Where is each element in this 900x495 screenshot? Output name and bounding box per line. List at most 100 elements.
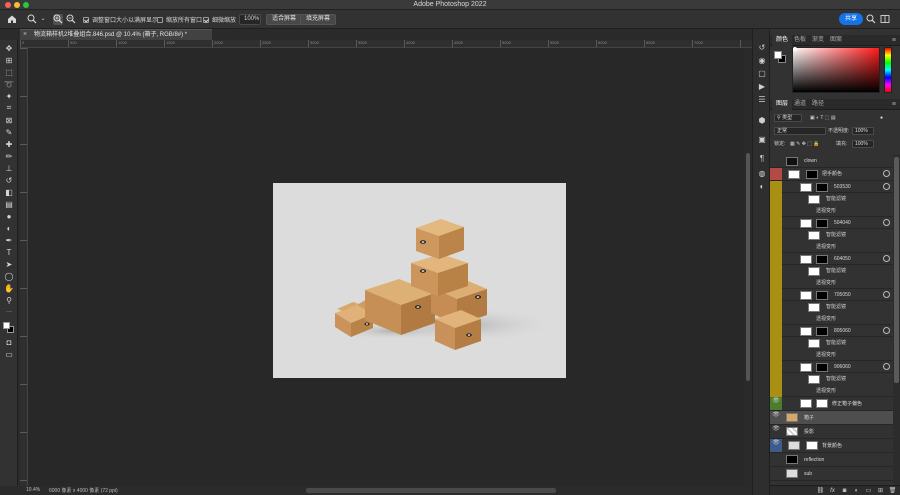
- move-tool-icon[interactable]: ✥: [3, 43, 15, 53]
- visibility-toggle[interactable]: [770, 155, 782, 167]
- filter-toggle-icon[interactable]: ●: [880, 114, 883, 123]
- filter-row[interactable]: 透视变形: [770, 313, 893, 325]
- visibility-toggle[interactable]: 👁: [770, 397, 782, 410]
- eraser-icon[interactable]: ◧: [3, 187, 15, 197]
- vertical-scrollbar[interactable]: [744, 48, 752, 486]
- hue-slider[interactable]: [884, 47, 892, 93]
- fill-field[interactable]: 100%: [852, 140, 874, 148]
- workspace-icon[interactable]: [880, 14, 890, 25]
- history-brush-icon[interactable]: ↺: [3, 175, 15, 185]
- fit-screen-button[interactable]: 适合屏幕: [266, 14, 303, 25]
- layer-row[interactable]: 503530: [770, 181, 893, 217]
- layer-row[interactable]: 805060: [770, 325, 893, 361]
- eyedropper-icon[interactable]: ✎: [3, 127, 15, 137]
- scrubby-zoom-checkbox[interactable]: 细微缩放: [203, 14, 236, 25]
- filter-row[interactable]: 透视变形: [770, 349, 893, 361]
- checkbox-unchecked[interactable]: [157, 16, 163, 23]
- layer-row[interactable]: reflection: [770, 453, 893, 467]
- document-tab[interactable]: × 物流箱样机2堆叠组合.846.psd @ 10.4% (箱子, RGB/8#…: [20, 29, 212, 40]
- brush-tool-icon[interactable]: ✏: [3, 151, 15, 161]
- channels-icon[interactable]: ◐: [756, 182, 768, 192]
- paragraph-icon[interactable]: ¶: [756, 154, 768, 164]
- filter-row[interactable]: 透视变形: [770, 205, 893, 217]
- layer-row[interactable]: 把手颜色: [770, 168, 893, 181]
- visibility-toggle[interactable]: [770, 467, 782, 480]
- frame-tool-icon[interactable]: ⊠: [3, 115, 15, 125]
- add-mask-icon[interactable]: ◙: [840, 487, 849, 495]
- smart-filter-row[interactable]: 智能滤镜: [770, 301, 893, 313]
- foreground-color-swatch[interactable]: [774, 51, 782, 59]
- tab-channels[interactable]: 通道: [790, 99, 810, 110]
- layer-row[interactable]: 705050: [770, 289, 893, 325]
- zoom-tool-icon[interactable]: [27, 14, 37, 25]
- tab-patterns[interactable]: 图案: [826, 35, 846, 46]
- layer-row[interactable]: 906060: [770, 361, 893, 397]
- zoom-all-windows-checkbox[interactable]: 缩放所有窗口: [157, 14, 202, 25]
- libraries-icon[interactable]: ⬢: [756, 116, 768, 126]
- filter-row[interactable]: 透视变形: [770, 241, 893, 253]
- pen-tool-icon[interactable]: ✒: [3, 235, 15, 245]
- checkbox-checked[interactable]: [203, 16, 209, 23]
- close-icon[interactable]: ×: [23, 30, 27, 40]
- more-tools-icon[interactable]: ···: [3, 307, 15, 317]
- smart-filter-row[interactable]: 智能滤镜: [770, 373, 893, 385]
- layer-row[interactable]: 👁 修正箱子偏色: [770, 397, 893, 411]
- magic-wand-icon[interactable]: ✦: [3, 91, 15, 101]
- scroll-thumb[interactable]: [746, 153, 750, 381]
- zoom-tool-icon[interactable]: ⚲: [3, 295, 15, 305]
- layer-row[interactable]: clown: [770, 155, 893, 168]
- zoom-level[interactable]: 10.4%: [26, 487, 40, 493]
- filter-icons[interactable]: ▣ ◐ T ⬚ ▤: [810, 114, 836, 123]
- home-icon[interactable]: [7, 14, 17, 25]
- smart-filter-row[interactable]: 智能滤镜: [770, 229, 893, 241]
- gradient-tool-icon[interactable]: ▤: [3, 199, 15, 209]
- quick-mask-icon[interactable]: ◘: [3, 337, 15, 347]
- visibility-toggle[interactable]: [770, 453, 782, 466]
- chevron-down-icon[interactable]: ⌄: [38, 14, 48, 25]
- foreground-color-swatch[interactable]: [3, 322, 10, 329]
- link-layers-icon[interactable]: ⛓: [816, 487, 825, 495]
- layers-scrollbar[interactable]: [893, 155, 900, 485]
- visibility-toggle[interactable]: 👁: [770, 425, 782, 438]
- properties-icon[interactable]: ◉: [756, 56, 768, 66]
- layer-row[interactable]: 604050: [770, 253, 893, 289]
- fx-icon[interactable]: fx: [828, 487, 837, 495]
- dodge-tool-icon[interactable]: ◐: [3, 223, 15, 233]
- tab-layers[interactable]: 图层: [772, 99, 793, 110]
- marquee-tool-icon[interactable]: ⬚: [3, 67, 15, 77]
- zoom-in-icon[interactable]: [53, 14, 63, 25]
- tab-swatches[interactable]: 色板: [790, 35, 810, 46]
- color-picker-handle[interactable]: [793, 47, 797, 51]
- resize-windows-checkbox[interactable]: 调整窗口大小以满屏显示: [83, 14, 158, 25]
- layer-row-selected[interactable]: 👁 箱子: [770, 411, 893, 425]
- history-icon[interactable]: ↺: [756, 43, 768, 53]
- glyphs-icon[interactable]: ◍: [756, 169, 768, 179]
- shape-tool-icon[interactable]: ◯: [3, 271, 15, 281]
- filter-row[interactable]: 透视变形: [770, 277, 893, 289]
- crop-tool-icon[interactable]: ⌗: [3, 103, 15, 113]
- artboard-tool-icon[interactable]: ⊞: [3, 55, 15, 65]
- new-layer-icon[interactable]: ⊞: [876, 487, 885, 495]
- trash-icon[interactable]: 🗑: [888, 487, 897, 495]
- visibility-toggle[interactable]: 👁: [770, 439, 782, 452]
- checkbox-checked[interactable]: [83, 16, 89, 23]
- layer-row[interactable]: sub: [770, 467, 893, 481]
- clone-stamp-icon[interactable]: ⊥: [3, 163, 15, 173]
- filter-row[interactable]: 透视变形: [770, 385, 893, 397]
- layer-row[interactable]: 👁 投影: [770, 425, 893, 439]
- smart-filter-row[interactable]: 智能滤镜: [770, 265, 893, 277]
- screen-mode-icon[interactable]: ▭: [3, 349, 15, 359]
- layer-row[interactable]: 👁 背景颜色: [770, 439, 893, 453]
- color-swatches[interactable]: [774, 51, 786, 63]
- layer-row[interactable]: 504040: [770, 217, 893, 253]
- healing-brush-icon[interactable]: ✚: [3, 139, 15, 149]
- smart-filter-row[interactable]: 智能滤镜: [770, 337, 893, 349]
- lock-icons[interactable]: ▦ ✎ ✥ ⬚ 🔒: [790, 140, 820, 149]
- visibility-toggle[interactable]: [770, 168, 782, 180]
- comment-icon[interactable]: ▢: [756, 69, 768, 79]
- brush-settings-icon[interactable]: ▣: [756, 135, 768, 145]
- adjustments-icon[interactable]: ☰: [756, 95, 768, 105]
- fill-screen-button[interactable]: 填充屏幕: [300, 14, 337, 25]
- horizontal-scrollbar[interactable]: [306, 488, 556, 493]
- smart-filter-row[interactable]: 智能滤镜: [770, 193, 893, 205]
